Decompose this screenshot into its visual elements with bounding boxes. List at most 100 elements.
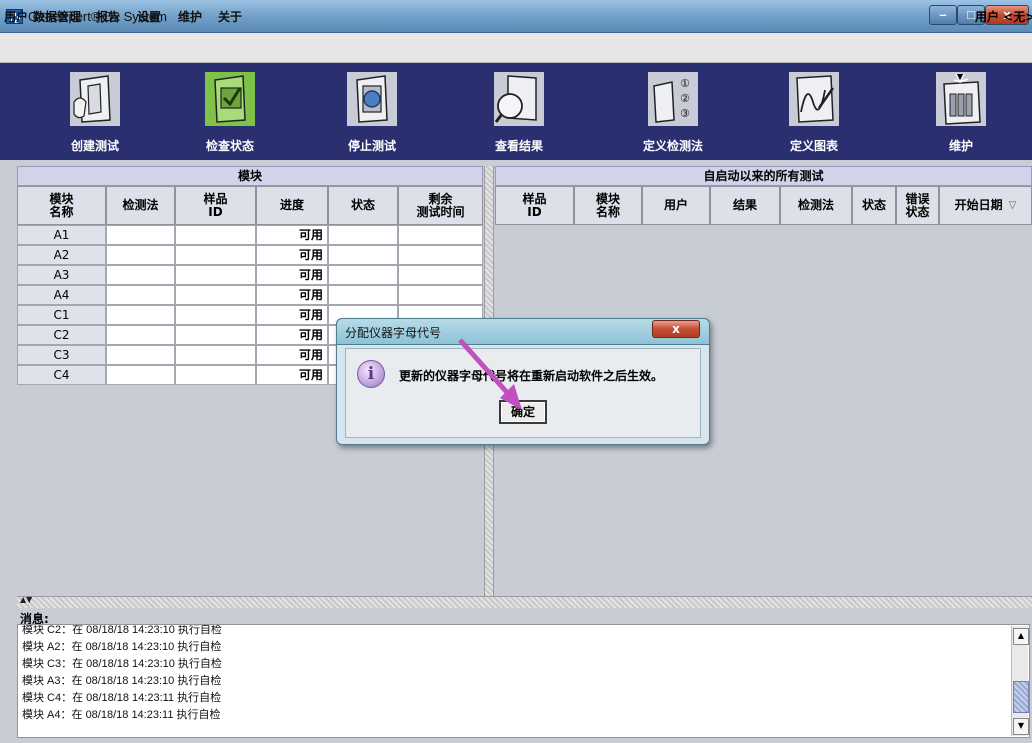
module-empty-cell[interactable] xyxy=(175,245,256,265)
module-empty-cell[interactable] xyxy=(328,285,398,305)
module-name-cell[interactable]: A4 xyxy=(17,285,106,305)
module-progress-cell[interactable]: 可用 xyxy=(256,305,328,325)
module-empty-cell[interactable] xyxy=(106,285,175,305)
module-empty-cell[interactable] xyxy=(175,325,256,345)
module-progress-cell[interactable]: 可用 xyxy=(256,365,328,385)
message-line: 模块 C2：在 08/18/18 14:23:10 执行自检 xyxy=(22,624,222,636)
message-line: 模块 C4：在 08/18/18 14:23:11 执行自检 xyxy=(22,692,222,704)
module-empty-cell[interactable] xyxy=(175,365,256,385)
module-name-cell[interactable]: A1 xyxy=(17,225,106,245)
module-name-cell[interactable]: C3 xyxy=(17,345,106,365)
toolbar-maintenance[interactable]: 维护 xyxy=(906,63,1016,160)
view-results-icon xyxy=(494,72,544,126)
module-empty-cell[interactable] xyxy=(328,225,398,245)
module-empty-cell[interactable] xyxy=(106,325,175,345)
toolbar-check-status[interactable]: 检查状态 xyxy=(175,63,285,160)
toolbar-create-test[interactable]: 创建测试 xyxy=(40,63,150,160)
stop-test-icon xyxy=(347,72,397,126)
col-test-start-date-label: 开始日期 xyxy=(954,198,1003,212)
toolbar-label: 定义图表 xyxy=(789,139,838,153)
col-test-status[interactable]: 状态 xyxy=(852,186,896,225)
col-assay[interactable]: 检测法 xyxy=(106,186,175,225)
col-test-sample-id[interactable]: 样品 ID xyxy=(495,186,574,225)
module-empty-cell[interactable] xyxy=(106,305,175,325)
scrollbar-thumb[interactable] xyxy=(1013,681,1029,713)
module-empty-cell[interactable] xyxy=(328,245,398,265)
module-empty-cell[interactable] xyxy=(106,345,175,365)
toolbar-define-graph[interactable]: 定义图表 xyxy=(759,63,869,160)
current-user-status: 用户 <无> xyxy=(975,10,1032,24)
message-line: 模块 A4：在 08/18/18 14:23:11 执行自检 xyxy=(22,709,221,721)
define-graph-icon xyxy=(789,72,839,126)
horizontal-splitter[interactable] xyxy=(17,596,1032,608)
module-name-cell[interactable]: C4 xyxy=(17,365,106,385)
module-name-cell[interactable]: C1 xyxy=(17,305,106,325)
ok-button[interactable]: 确定 xyxy=(499,400,547,424)
col-test-module-name[interactable]: 模块 名称 xyxy=(574,186,642,225)
dialog-title: 分配仪器字母代号 xyxy=(345,326,442,340)
module-name-cell[interactable]: A2 xyxy=(17,245,106,265)
col-remaining-time[interactable]: 剩余 测试时间 xyxy=(398,186,483,225)
minimize-button[interactable]: – xyxy=(929,5,957,25)
module-empty-cell[interactable] xyxy=(328,265,398,285)
module-empty-cell[interactable] xyxy=(175,345,256,365)
menu-settings[interactable]: 设置 xyxy=(137,8,161,25)
modules-panel-title: 模块 xyxy=(17,166,483,186)
toolbar-label: 检查状态 xyxy=(205,139,254,153)
col-test-start-date[interactable]: 开始日期 ▽ xyxy=(939,186,1032,225)
assay-step-1: ① xyxy=(680,77,690,90)
module-empty-cell[interactable] xyxy=(175,265,256,285)
module-name-cell[interactable]: C2 xyxy=(17,325,106,345)
module-progress-cell[interactable]: 可用 xyxy=(256,325,328,345)
define-assay-icon: ① ② ③ xyxy=(648,72,698,126)
module-progress-cell[interactable]: 可用 xyxy=(256,345,328,365)
module-name-cell[interactable]: A3 xyxy=(17,265,106,285)
module-empty-cell[interactable] xyxy=(398,225,483,245)
menu-user[interactable]: 用户 xyxy=(4,8,28,25)
menu-bar xyxy=(0,33,1032,63)
collapse-arrows-icon[interactable]: ▲▼ xyxy=(20,595,32,604)
menu-reports[interactable]: 报告 xyxy=(96,8,120,25)
menu-maintenance[interactable]: 维护 xyxy=(178,8,202,25)
assay-step-2: ② xyxy=(680,92,690,105)
menu-data-management[interactable]: 数据管理 xyxy=(33,8,81,25)
module-progress-cell[interactable]: 可用 xyxy=(256,265,328,285)
toolbar-view-results[interactable]: 查看结果 xyxy=(464,63,574,160)
col-status[interactable]: 状态 xyxy=(328,186,398,225)
module-empty-cell[interactable] xyxy=(175,305,256,325)
col-sample-id[interactable]: 样品 ID xyxy=(175,186,256,225)
col-test-user[interactable]: 用户 xyxy=(642,186,710,225)
scroll-up-icon[interactable]: ▲ xyxy=(1013,628,1029,645)
col-test-error-status[interactable]: 错误 状态 xyxy=(896,186,939,225)
module-empty-cell[interactable] xyxy=(398,265,483,285)
scroll-down-icon[interactable]: ▼ xyxy=(1013,718,1029,735)
module-empty-cell[interactable] xyxy=(175,285,256,305)
toolbar-label: 停止测试 xyxy=(347,139,396,153)
module-empty-cell[interactable] xyxy=(398,245,483,265)
toolbar-define-assay[interactable]: ① ② ③ 定义检测法 xyxy=(618,63,728,160)
module-empty-cell[interactable] xyxy=(106,265,175,285)
module-empty-cell[interactable] xyxy=(106,225,175,245)
tests-panel-title: 自启动以来的所有测试 xyxy=(495,166,1032,186)
sort-indicator-icon: ▽ xyxy=(1008,200,1017,211)
toolbar-stop-test[interactable]: 停止测试 xyxy=(317,63,427,160)
col-progress[interactable]: 进度 xyxy=(256,186,328,225)
message-line: 模块 A3：在 08/18/18 14:23:10 执行自检 xyxy=(22,675,222,687)
col-test-result[interactable]: 结果 xyxy=(710,186,780,225)
module-empty-cell[interactable] xyxy=(398,285,483,305)
module-progress-cell[interactable]: 可用 xyxy=(256,225,328,245)
col-module-name[interactable]: 模块 名称 xyxy=(17,186,106,225)
module-progress-cell[interactable]: 可用 xyxy=(256,245,328,265)
module-empty-cell[interactable] xyxy=(106,365,175,385)
dialog-close-button[interactable]: x xyxy=(652,320,700,338)
message-line: 模块 C3：在 08/18/18 14:23:10 执行自检 xyxy=(22,658,222,670)
toolbar-label: 定义检测法 xyxy=(642,139,703,153)
module-progress-cell[interactable]: 可用 xyxy=(256,285,328,305)
menu-about[interactable]: 关于 xyxy=(218,8,242,25)
module-empty-cell[interactable] xyxy=(175,225,256,245)
dialog-body xyxy=(345,348,701,438)
toolbar-label: 创建测试 xyxy=(70,139,119,153)
messages-scrollbar[interactable]: ▲ ▼ xyxy=(1011,626,1029,736)
col-test-assay[interactable]: 检测法 xyxy=(780,186,852,225)
module-empty-cell[interactable] xyxy=(106,245,175,265)
